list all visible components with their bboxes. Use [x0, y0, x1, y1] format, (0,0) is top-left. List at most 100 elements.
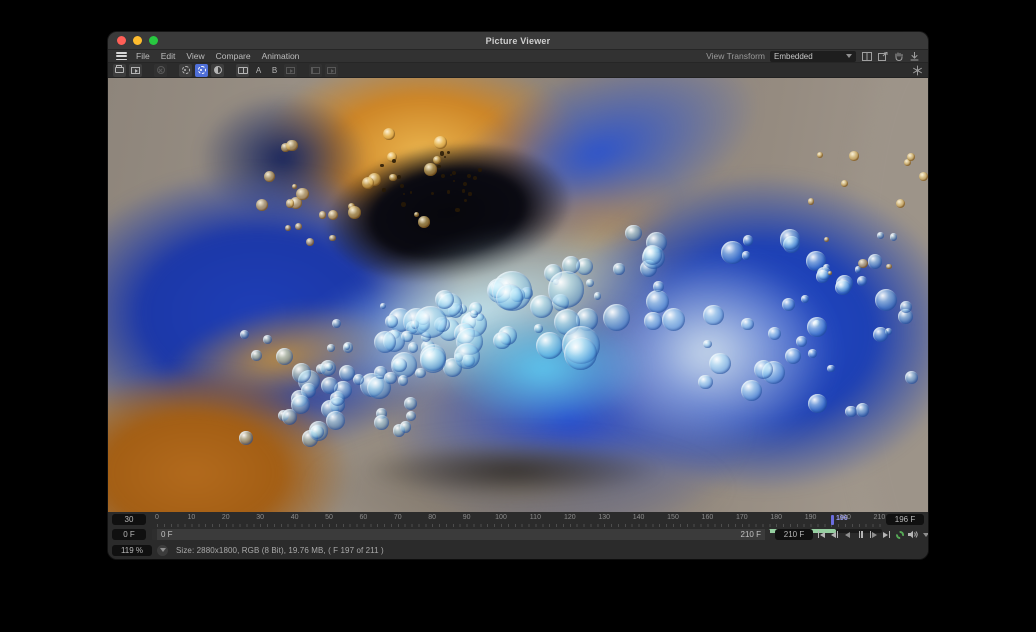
- jump-end-button[interactable]: [881, 529, 892, 540]
- render-settings-icon[interactable]: [195, 64, 208, 77]
- title-bar[interactable]: Picture Viewer: [108, 32, 928, 50]
- bubble: [703, 305, 723, 325]
- menu-file[interactable]: File: [136, 51, 150, 61]
- hamburger-menu-icon[interactable]: [116, 52, 127, 60]
- menu-animation[interactable]: Animation: [262, 51, 300, 61]
- bubble: [817, 152, 823, 158]
- bubble: [478, 168, 482, 172]
- bubble: [709, 353, 730, 374]
- ruler-tick-label: 110: [530, 514, 541, 521]
- bubble: [414, 306, 446, 338]
- bubble: [310, 425, 324, 439]
- view-transform-dropdown[interactable]: Embedded: [770, 51, 856, 62]
- bubble: [374, 415, 389, 430]
- bubble: [468, 192, 471, 195]
- hand-icon[interactable]: [893, 51, 904, 62]
- cancel-render-icon[interactable]: [154, 64, 167, 77]
- bubble: [534, 324, 543, 333]
- chevron-down-icon: [846, 54, 852, 58]
- ruler-tick-label: 140: [633, 514, 645, 521]
- menu-view[interactable]: View: [186, 51, 204, 61]
- sound-button[interactable]: [907, 529, 918, 540]
- playhead[interactable]: [831, 515, 834, 525]
- ruler-tick-label: 60: [359, 514, 367, 521]
- bubble: [321, 377, 338, 394]
- contrast-icon[interactable]: [211, 64, 224, 77]
- bubble: [404, 397, 417, 410]
- ruler-tick-label: 50: [325, 514, 333, 521]
- bubble: [420, 347, 446, 373]
- image-info-text: Size: 2880x1800, RGB (8 Bit), 19.76 MB, …: [176, 546, 384, 555]
- range-slider[interactable]: 0 F 210 F: [152, 529, 770, 540]
- ruler-tick-label: 70: [394, 514, 402, 521]
- bubble: [721, 241, 744, 264]
- timeline-ruler[interactable]: 196 010203040506070809010011012013014015…: [152, 514, 882, 527]
- pause-button[interactable]: [855, 529, 866, 540]
- step-backward-button[interactable]: [829, 529, 840, 540]
- zoom-dropdown-button[interactable]: [157, 545, 168, 556]
- folder-open-icon[interactable]: [113, 64, 126, 77]
- bubble: [239, 431, 253, 445]
- range-start-field[interactable]: 0 F: [112, 529, 146, 540]
- menu-compare[interactable]: Compare: [216, 51, 251, 61]
- bubble: [896, 199, 905, 208]
- paste-icon[interactable]: [325, 64, 338, 77]
- bubble: [780, 229, 800, 249]
- bubble: [890, 233, 898, 241]
- playback-options-button[interactable]: [920, 529, 928, 540]
- dock-icon[interactable]: [912, 65, 923, 76]
- current-frame-field[interactable]: 196 F: [886, 514, 924, 525]
- bubble: [401, 331, 412, 342]
- bubble: [470, 310, 478, 318]
- copy-icon[interactable]: [309, 64, 322, 77]
- play-backward-button[interactable]: [842, 529, 853, 540]
- bubble: [408, 342, 418, 352]
- jump-start-button[interactable]: [816, 529, 827, 540]
- bubble: [907, 153, 915, 161]
- ruler-tick-label: 40: [291, 514, 299, 521]
- bubble: [286, 140, 297, 151]
- save-icon[interactable]: [129, 64, 142, 77]
- step-forward-button[interactable]: [868, 529, 879, 540]
- bubble: [452, 171, 456, 175]
- bubble: [462, 189, 466, 193]
- loop-button[interactable]: [894, 529, 905, 540]
- zoom-level-field[interactable]: 119 %: [112, 545, 152, 556]
- range-end-field[interactable]: 210 F: [775, 529, 813, 540]
- ruler-tick-label: 100: [495, 514, 507, 521]
- bubble: [856, 403, 870, 417]
- status-bar: 119 % Size: 2880x1800, RGB (8 Bit), 19.7…: [108, 543, 928, 557]
- bubble: [548, 271, 584, 307]
- ruler-tick-label: 0: [155, 514, 159, 521]
- bubble: [319, 211, 326, 218]
- bubble: [493, 332, 511, 350]
- bubble: [849, 151, 858, 160]
- bubble: [328, 210, 338, 220]
- ruler-tick-label: 90: [463, 514, 471, 521]
- menu-edit[interactable]: Edit: [161, 51, 176, 61]
- ruler-tick-label: 160: [702, 514, 714, 521]
- fps-field[interactable]: 30: [112, 514, 146, 525]
- bubble: [400, 184, 404, 188]
- split-view-icon[interactable]: [861, 51, 872, 62]
- bubble: [868, 254, 883, 269]
- bubble: [698, 375, 713, 390]
- gear-icon[interactable]: [179, 64, 192, 77]
- pin-icon[interactable]: [909, 51, 920, 62]
- ruler-tick-label: 180: [770, 514, 782, 521]
- set-b-button[interactable]: B: [268, 64, 281, 77]
- ab-compare-icon[interactable]: [236, 64, 249, 77]
- set-a-button[interactable]: A: [252, 64, 265, 77]
- bubble: [613, 263, 624, 274]
- image-canvas[interactable]: [108, 78, 928, 512]
- bubble: [808, 349, 817, 358]
- pop-out-icon[interactable]: [877, 51, 888, 62]
- ruler-tick-label: 20: [222, 514, 230, 521]
- swap-ab-icon[interactable]: [284, 64, 297, 77]
- bubble: [741, 318, 754, 331]
- bubble: [292, 184, 297, 189]
- bubble: [796, 336, 807, 347]
- bubble: [875, 289, 897, 311]
- ruler-tick-label: 10: [187, 514, 195, 521]
- ruler-tick-label: 130: [598, 514, 610, 521]
